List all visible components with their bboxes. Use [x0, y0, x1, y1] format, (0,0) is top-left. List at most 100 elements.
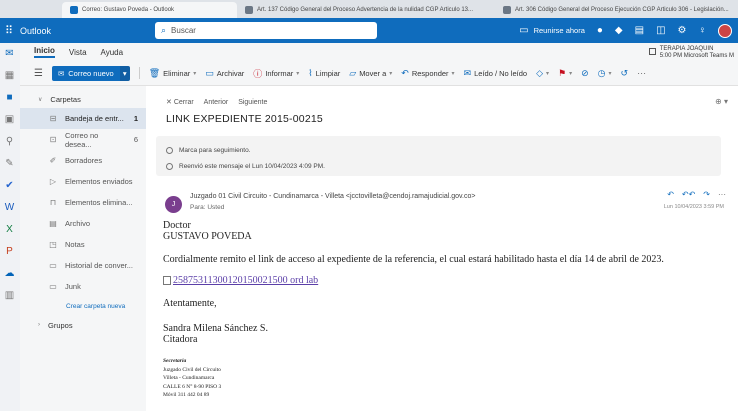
sender-line[interactable]: Juzgado 01 Civil Circuito - Cundinamarca…	[190, 193, 475, 200]
folder-item-notes[interactable]: ◳ Notas	[20, 234, 146, 255]
outlook-favicon-icon	[70, 6, 78, 14]
forward-icon[interactable]: ↷	[703, 190, 710, 199]
folder-label: Historial de conver...	[65, 261, 133, 270]
read-unread-button[interactable]: ✉ Leído / No leído	[464, 68, 528, 79]
tag-button[interactable]: ◇ ▾	[536, 68, 549, 79]
folder-item-inbox[interactable]: ⊟ Bandeja de entr... 1	[20, 108, 146, 129]
search-box[interactable]: ⌕ Buscar	[155, 22, 377, 39]
people-app-icon[interactable]: ■	[3, 91, 16, 104]
app-launcher-icon[interactable]: ⠿	[0, 24, 18, 37]
message-body: Doctor GUSTAVO POVEDA Cordialmente remit…	[163, 220, 723, 400]
undo-button[interactable]: ↺	[621, 68, 629, 79]
close-button[interactable]: ✕ Cerrar	[166, 98, 194, 106]
more-actions-icon[interactable]: ···	[718, 190, 726, 199]
signer-role: Citadora	[163, 334, 198, 345]
message-actions: ↶ ↶↶ ↷ ···	[667, 190, 726, 199]
notice-text: Marca para seguimiento.	[179, 146, 251, 154]
salutation-name: GUSTAVO POVEDA	[163, 231, 252, 242]
excel-app-icon[interactable]: X	[3, 223, 16, 236]
folder-item-junk-email[interactable]: ⊡ Correo no desea... 6	[20, 129, 146, 150]
check-app-icon[interactable]: ✔	[3, 179, 16, 192]
tab-label: Correo: Gustavo Poveda - Outlook	[82, 7, 175, 13]
settings-icon[interactable]: ⚙	[678, 25, 687, 36]
close-label: Cerrar	[173, 99, 194, 106]
signature-block: Secretaria Juzgado Civil del Circuito Vi…	[163, 357, 723, 400]
skype-icon[interactable]: ●	[597, 25, 603, 36]
reply-button[interactable]: ↶ Responder ▾	[401, 68, 454, 79]
folders-header[interactable]: ∨ Carpetas	[20, 90, 146, 108]
new-mail-button[interactable]: ✉ Correo nuevo ▾	[51, 65, 130, 81]
delete-button[interactable]: 🗑 Eliminar ▾	[149, 68, 197, 79]
tab-vista[interactable]: Vista	[69, 48, 87, 57]
flag-button[interactable]: ⚑ ▾	[558, 68, 572, 79]
chevron-down-icon: ▾	[546, 70, 550, 77]
archive-icon: ▭	[205, 67, 214, 78]
sender-avatar[interactable]: J	[165, 196, 182, 213]
attach-app-icon[interactable]: ⚲	[3, 135, 16, 148]
info-icon	[166, 162, 173, 170]
mail-app-icon[interactable]: ✉	[3, 47, 16, 60]
word-app-icon[interactable]: W	[3, 201, 16, 214]
search-placeholder: Buscar	[171, 26, 196, 35]
previous-button[interactable]: Anterior	[204, 99, 229, 106]
hamburger-menu-icon[interactable]: ☰	[34, 68, 43, 79]
snooze-button[interactable]: ◷ ▾	[598, 68, 612, 79]
close-icon: ✕	[166, 99, 172, 106]
reply-all-icon[interactable]: ↶↶	[682, 190, 695, 199]
folder-item-sent[interactable]: ▷ Elementos enviados	[20, 171, 146, 192]
folder-item-conversation-history[interactable]: ▭ Historial de conver...	[20, 255, 146, 276]
folder-item-archive[interactable]: ▤ Archivo	[20, 213, 146, 234]
divider	[138, 67, 140, 79]
signature-line: Villeta - Cundinamarca	[163, 375, 215, 381]
tag-icon: ◇	[536, 67, 543, 78]
reminder-title: TERAPIA JOAQUIN	[659, 46, 714, 52]
junk-mail-icon: ⊡	[49, 135, 57, 144]
reply-icon: ↶	[401, 67, 409, 78]
groups-app-icon[interactable]: ▣	[3, 113, 16, 126]
app-name: Outlook	[20, 25, 52, 36]
pin-button[interactable]: ⊘	[581, 68, 589, 79]
onedrive-app-icon[interactable]: ☁	[3, 267, 16, 280]
tips-icon[interactable]: ♀	[699, 25, 707, 36]
feedback-icon[interactable]: ◫	[656, 25, 665, 36]
todo-app-icon[interactable]: ✎	[3, 157, 16, 170]
powerpoint-app-icon[interactable]: P	[3, 245, 16, 258]
groups-header[interactable]: › Grupos	[20, 316, 146, 334]
tab-inicio[interactable]: Inicio	[34, 46, 55, 58]
folder-move-icon: ▱	[349, 67, 357, 78]
calendar-app-icon[interactable]: ▦	[3, 69, 16, 82]
teams-reminder[interactable]: TERAPIA JOAQUIN 5:00 PM Microsoft Teams …	[648, 46, 734, 60]
broom-icon: ⌇	[308, 67, 313, 78]
expediente-link[interactable]: 25875311300120150021500 ord lab	[163, 275, 723, 286]
report-button[interactable]: ⓘ Informar ▾	[253, 67, 299, 80]
zoom-icon[interactable]: ⊕ ▾	[715, 97, 728, 106]
folder-item-junk[interactable]: ▭ Junk	[20, 276, 146, 297]
groups-label: Grupos	[48, 320, 73, 330]
forward-notice: Reenvió este mensaje el Lun 10/04/2023 4…	[166, 160, 711, 172]
message-date: Lun 10/04/2023 3:59 PM	[663, 204, 724, 210]
move-button[interactable]: ▱ Mover a ▾	[349, 68, 392, 79]
flag-icon: ⚑	[558, 67, 567, 78]
chevron-down-icon: ▾	[296, 70, 300, 77]
meet-now-label: Reunirse ahora	[533, 26, 585, 35]
tab-ayuda[interactable]: Ayuda	[101, 48, 124, 57]
sweep-button[interactable]: ⌇ Limpiar	[308, 68, 340, 79]
mail-icon: ✉	[57, 68, 65, 78]
browser-tab-art306[interactable]: Art. 306 Código General del Proceso Ejec…	[495, 2, 735, 18]
browser-tab-outlook[interactable]: Correo: Gustavo Poveda - Outlook	[62, 2, 237, 18]
folder-label: Junk	[65, 282, 81, 291]
chevron-down-icon[interactable]: ▾	[119, 65, 130, 81]
folder-item-deleted[interactable]: ⊓ Elementos elimina...	[20, 192, 146, 213]
archive-button[interactable]: ▭ Archivar	[205, 68, 244, 79]
more-apps-icon[interactable]: ▥	[3, 289, 16, 302]
diamond-icon[interactable]: ◆	[615, 25, 623, 36]
meet-now-button[interactable]: ▭ Reunirse ahora	[519, 25, 585, 36]
profile-avatar[interactable]	[718, 23, 732, 38]
create-folder-link[interactable]: Crear carpeta nueva	[20, 297, 146, 316]
folder-item-drafts[interactable]: ✐ Borradores	[20, 150, 146, 171]
browser-tab-art137[interactable]: Art. 137 Código General del Proceso Adve…	[237, 2, 495, 18]
office-icon[interactable]: ▤	[635, 25, 644, 36]
more-options-button[interactable]: ···	[637, 68, 646, 78]
reply-icon[interactable]: ↶	[667, 190, 674, 199]
next-button[interactable]: Siguiente	[238, 99, 267, 106]
